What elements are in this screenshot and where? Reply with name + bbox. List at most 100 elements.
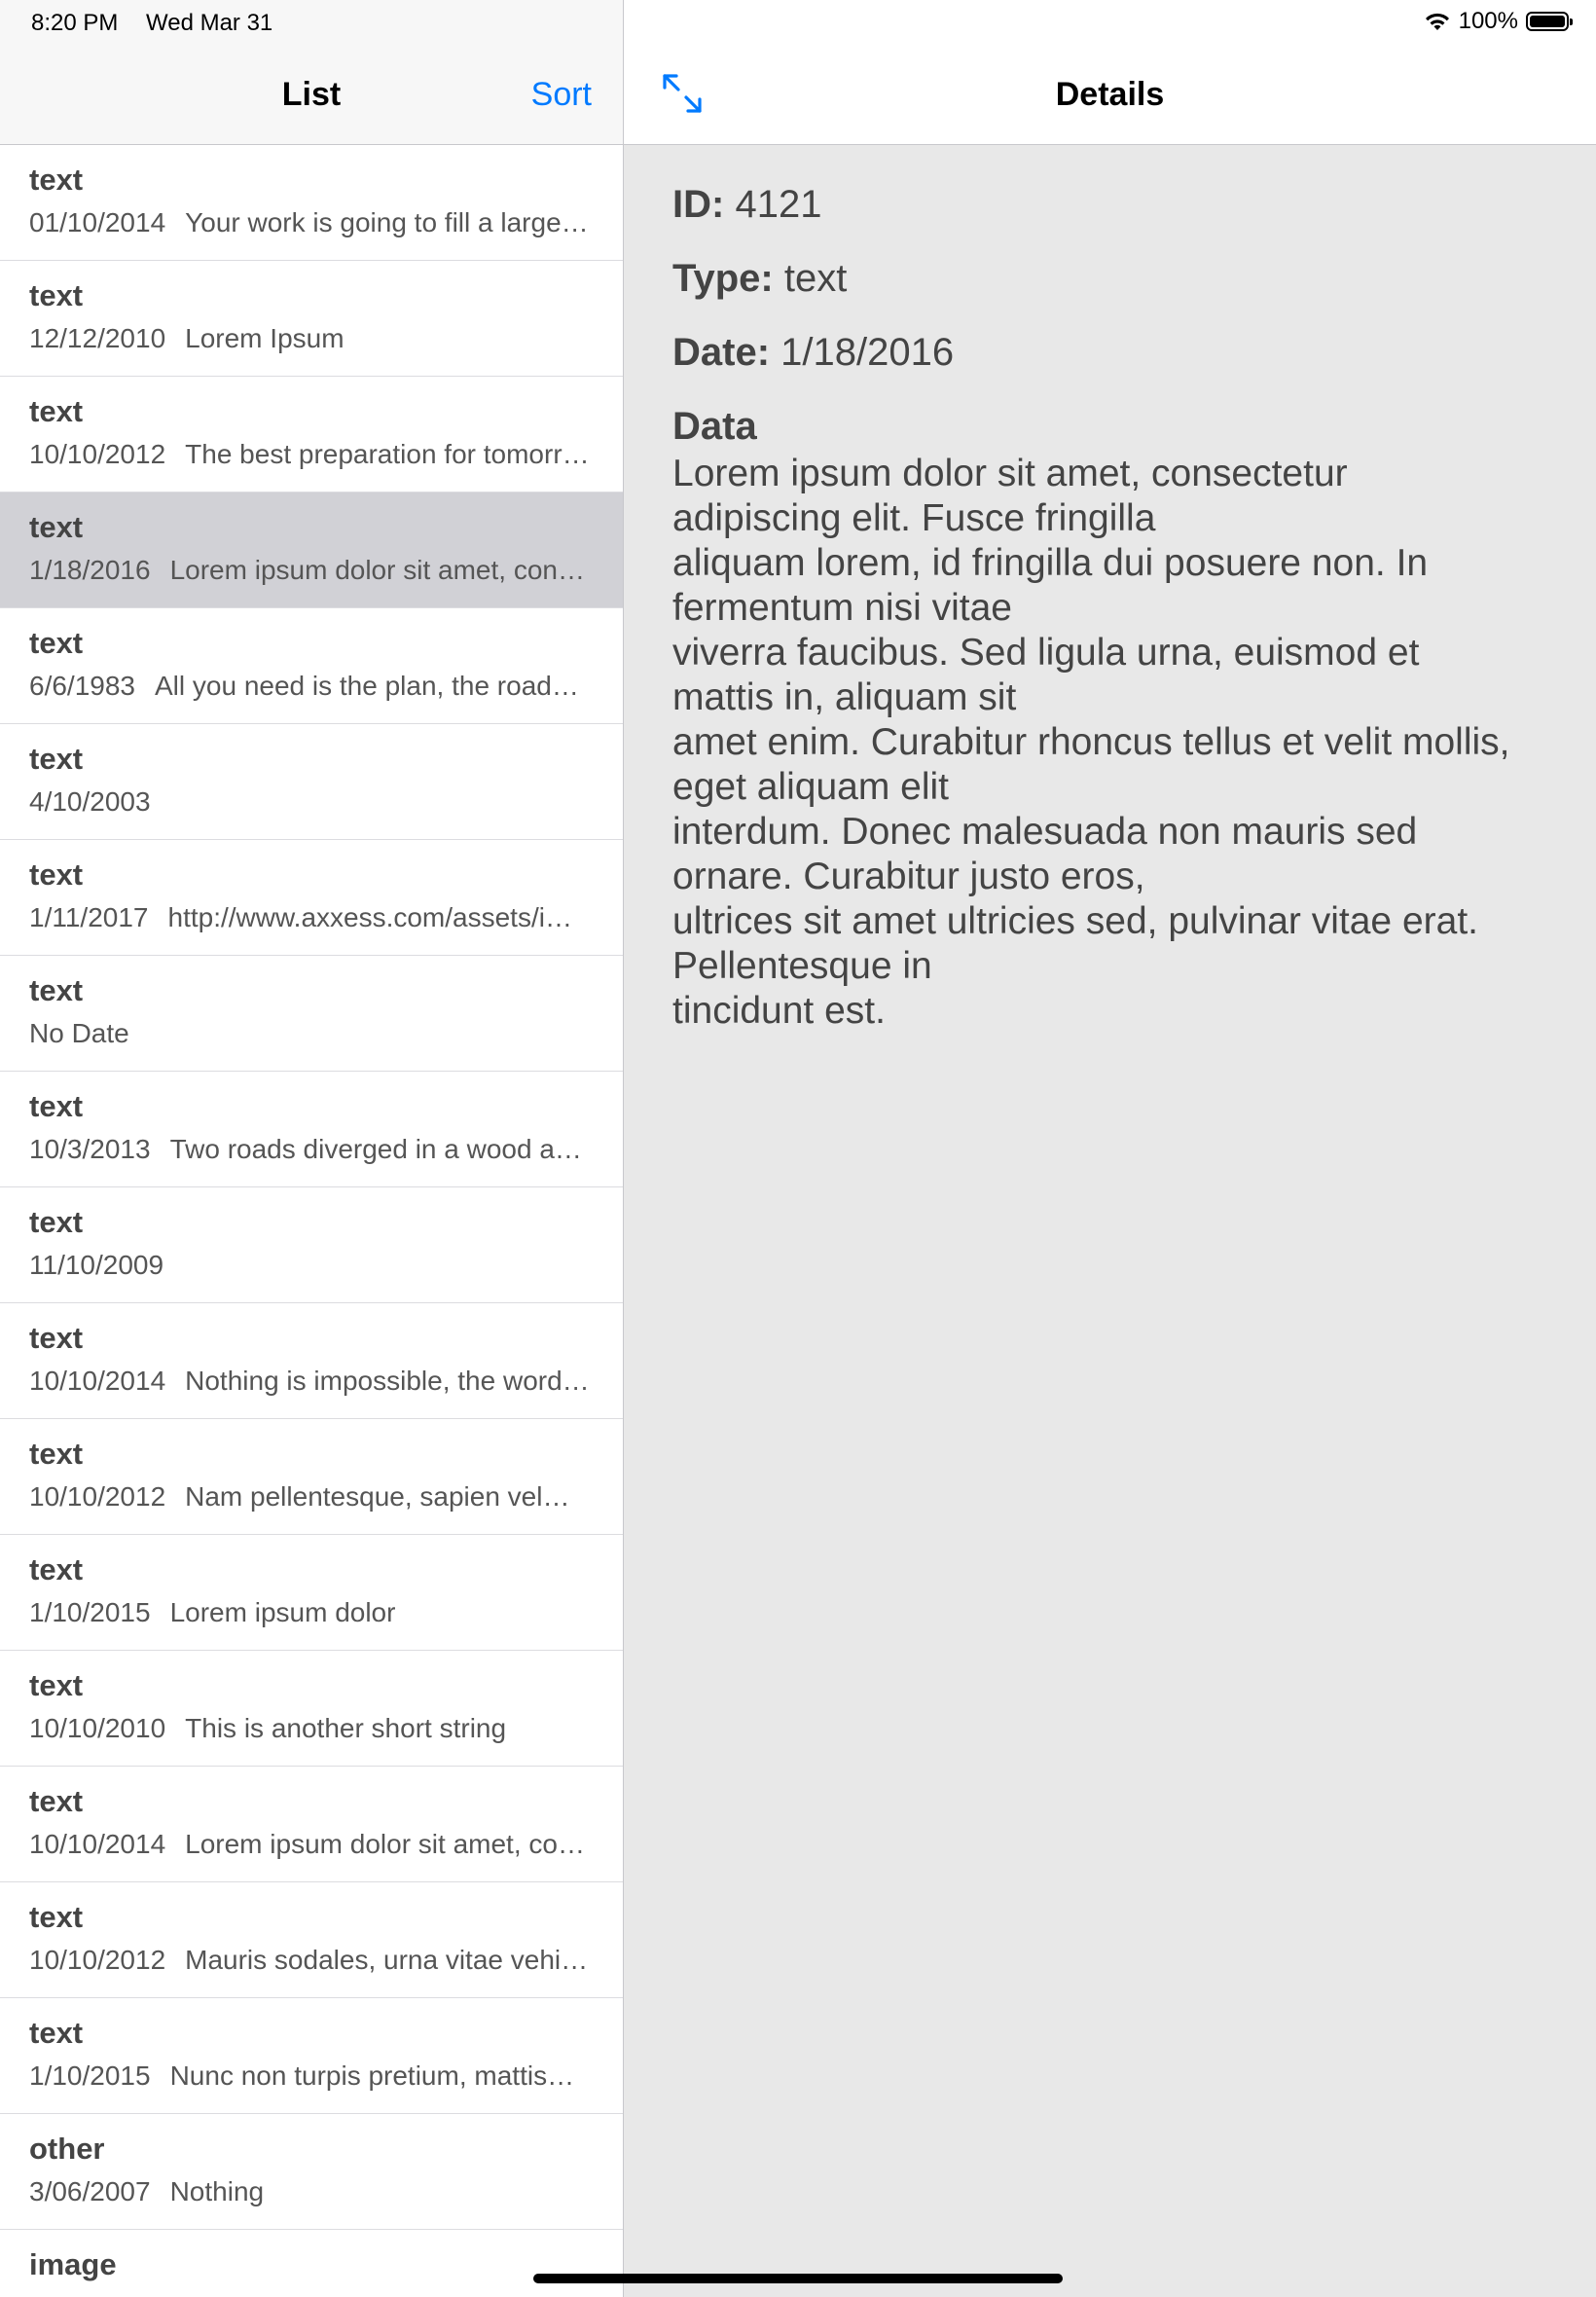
list-item-subtitle: 3/06/2007 Nothing xyxy=(29,2176,594,2207)
list-item-preview: Lorem ipsum dolor sit amet, con… xyxy=(169,555,585,585)
list-item-subtitle: 10/3/2013 Two roads diverged in a wood a… xyxy=(29,1134,594,1165)
list-item-date: 10/10/2012 xyxy=(29,439,166,469)
list-item[interactable]: text 12/12/2010 Lorem Ipsum xyxy=(0,261,623,377)
list-item[interactable]: text 11/10/2009 xyxy=(0,1187,623,1303)
list-item-date: 10/3/2013 xyxy=(29,1134,151,1164)
list-item[interactable]: text 1/11/2017 http://www.axxess.com/asset… xyxy=(0,840,623,956)
data-heading: Data xyxy=(672,405,757,448)
list-item-subtitle xyxy=(29,2292,594,2297)
list-item-date: 10/10/2010 xyxy=(29,1713,166,1743)
list-item-preview: Your work is going to fill a large… xyxy=(185,207,589,237)
list-item-preview: http://www.axxess.com/assets/i… xyxy=(167,902,572,932)
list-item-type: text xyxy=(29,394,84,428)
list-item-type: text xyxy=(29,742,84,776)
list-title: List xyxy=(281,76,342,113)
list-item[interactable]: text 1/10/2015 Lorem ipsum dolor xyxy=(0,1535,623,1651)
list-item-date: 1/18/2016 xyxy=(29,555,151,585)
list-item[interactable]: text 4/10/2003 xyxy=(0,724,623,840)
status-bar: 8:20 PM Wed Mar 31 100% xyxy=(0,0,1596,47)
list-item[interactable]: text 10/10/2012 Nam pellentesque, sapien v… xyxy=(0,1419,623,1535)
list-item-preview: Nothing is impossible, the word… xyxy=(185,1366,590,1396)
list-item-date: No Date xyxy=(29,1018,129,1048)
list-item-type: image xyxy=(29,2247,117,2281)
list-item-preview: Lorem ipsum dolor sit amet, co… xyxy=(185,1829,585,1859)
list-item[interactable]: text 10/10/2014 Nothing is impossible, the… xyxy=(0,1303,623,1419)
id-value: 4121 xyxy=(735,183,822,226)
item-list: text 01/10/2014 Your work is going to fill… xyxy=(0,145,623,2297)
list-item-date: 1/10/2015 xyxy=(29,2060,151,2091)
list-item[interactable]: text 1/10/2015 Nunc non turpis pretium, ma… xyxy=(0,1998,623,2114)
detail-date: Date: 1/18/2016 xyxy=(672,331,1578,374)
list-item-type: other xyxy=(29,2132,105,2166)
date-label: Date: xyxy=(672,331,771,374)
list-item-preview: This is another short string xyxy=(185,1713,507,1743)
list-item-type: text xyxy=(29,857,84,892)
list-item-date: 3/06/2007 xyxy=(29,2176,151,2206)
detail-id: ID: 4121 xyxy=(672,183,1578,226)
list-item-date: 1/11/2017 xyxy=(29,902,149,932)
list-item-date: 11/10/2009 xyxy=(29,1250,164,1280)
list-item[interactable]: text 01/10/2014 Your work is going to fill… xyxy=(0,145,623,261)
list-item-subtitle: 10/10/2014 Lorem ipsum dolor sit amet, co… xyxy=(29,1829,594,1860)
list-item-type: text xyxy=(29,163,84,197)
list-item-preview: Mauris sodales, urna vitae vehi… xyxy=(185,1945,589,1975)
list-item-date: 01/10/2014 xyxy=(29,207,166,237)
list-item-subtitle: 10/10/2010 This is another short string xyxy=(29,1713,594,1744)
list-item[interactable]: text 10/10/2012 Mauris sodales, urna vitae… xyxy=(0,1882,623,1998)
list-item[interactable]: other 3/06/2007 Nothing xyxy=(0,2114,623,2230)
id-label: ID: xyxy=(672,183,725,226)
status-time: 8:20 PM xyxy=(31,10,119,36)
status-date: Wed Mar 31 xyxy=(146,10,273,36)
wifi-icon xyxy=(1425,13,1449,30)
data-body: Lorem ipsum dolor sit amet, consectetur … xyxy=(672,453,1510,1032)
list-item-type: text xyxy=(29,1784,84,1818)
list-item-date: 10/10/2014 xyxy=(29,1829,166,1859)
list-item-subtitle: 12/12/2010 Lorem Ipsum xyxy=(29,323,594,354)
detail-title: Details xyxy=(1055,76,1165,113)
battery-percentage: 100% xyxy=(1458,8,1518,34)
list-item-type: text xyxy=(29,1552,84,1586)
list-item-subtitle: 1/10/2015 Lorem ipsum dolor xyxy=(29,1597,594,1628)
list-item-preview: Two roads diverged in a wood a… xyxy=(169,1134,582,1164)
list-item-preview: Nunc non turpis pretium, mattis… xyxy=(169,2060,575,2091)
list-item[interactable]: text No Date xyxy=(0,956,623,1072)
list-item[interactable]: text 10/10/2012 The best preparation for t… xyxy=(0,377,623,492)
type-label: Type: xyxy=(672,257,774,300)
detail-pane: Details ID: 4121 Type: text Date: 1/18/2… xyxy=(624,0,1596,2297)
list-item-preview: Nothing xyxy=(169,2176,265,2206)
list-item-preview: Nam pellentesque, sapien vel… xyxy=(185,1481,570,1512)
detail-content: ID: 4121 Type: text Date: 1/18/2016 Data… xyxy=(672,183,1578,1034)
type-value: text xyxy=(783,257,848,300)
sort-button[interactable]: Sort xyxy=(531,76,592,114)
list-item-type: text xyxy=(29,1089,84,1123)
list-item-preview: The best preparation for tomorr… xyxy=(185,439,590,469)
list-item-subtitle: 4/10/2003 xyxy=(29,786,594,818)
list-item-subtitle: 6/6/1983 All you need is the plan, the ro… xyxy=(29,671,594,702)
list-item-type: text xyxy=(29,278,84,312)
list-item[interactable]: text 10/10/2014 Lorem ipsum dolor sit amet… xyxy=(0,1767,623,1882)
list-item-subtitle: 1/18/2016 Lorem ipsum dolor sit amet, con… xyxy=(29,555,594,586)
detail-type: Type: text xyxy=(672,257,1578,300)
list-item[interactable]: image xyxy=(0,2230,623,2297)
date-value: 1/18/2016 xyxy=(780,331,955,374)
list-item-date: 6/6/1983 xyxy=(29,671,135,701)
list-item-subtitle: 10/10/2014 Nothing is impossible, the wor… xyxy=(29,1366,594,1397)
list-item-type: text xyxy=(29,2016,84,2050)
list-item-preview: Lorem ipsum dolor xyxy=(169,1597,396,1627)
list-item[interactable]: text 1/18/2016 Lorem ipsum dolor sit amet,… xyxy=(0,492,623,608)
home-indicator[interactable] xyxy=(533,2274,1063,2283)
list-item-subtitle: 10/10/2012 Mauris sodales, urna vitae veh… xyxy=(29,1945,594,1976)
battery-icon xyxy=(1526,12,1573,31)
list-item-type: text xyxy=(29,1205,84,1239)
screen: 8:20 PM Wed Mar 31 100% List Sort text 01… xyxy=(0,0,1596,2297)
list-item-type: text xyxy=(29,1900,84,1934)
list-item-subtitle: 10/10/2012 Nam pellentesque, sapien vel… xyxy=(29,1481,594,1513)
list-item[interactable]: text 6/6/1983 All you need is the plan, th… xyxy=(0,608,623,724)
list-item-type: text xyxy=(29,1437,84,1471)
list-item-subtitle: 1/10/2015 Nunc non turpis pretium, mattis… xyxy=(29,2060,594,2092)
list-item[interactable]: text 10/10/2010 This is another short stri… xyxy=(0,1651,623,1767)
list-item-date: 12/12/2010 xyxy=(29,323,166,353)
list-item-subtitle: 10/10/2012 The best preparation for tomor… xyxy=(29,439,594,470)
list-item[interactable]: text 10/3/2013 Two roads diverged in a woo… xyxy=(0,1072,623,1187)
list-item-date: 4/10/2003 xyxy=(29,786,151,817)
